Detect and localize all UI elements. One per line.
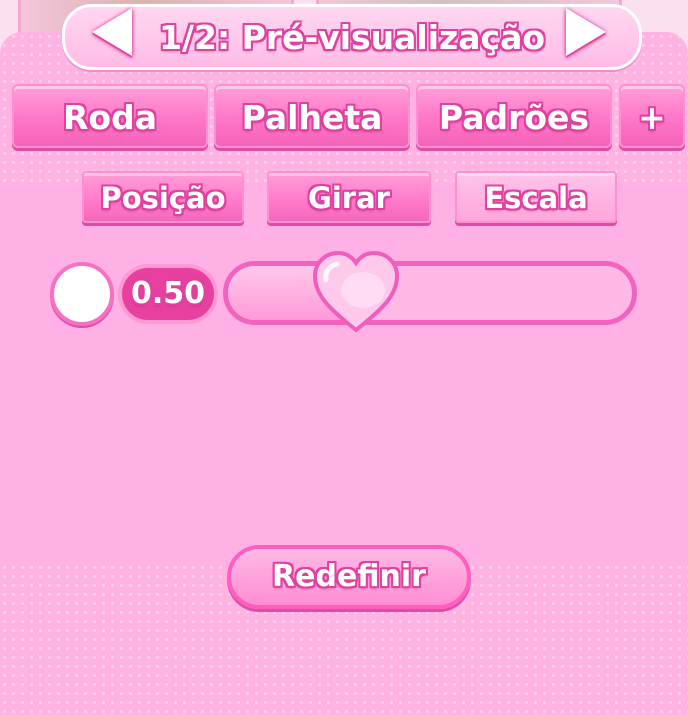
heart-icon[interactable] <box>311 250 401 334</box>
arrow-right-icon[interactable] <box>566 8 606 56</box>
plus-icon: + <box>638 98 666 137</box>
value-display: 0.50 <box>118 264 218 324</box>
scale-slider[interactable] <box>223 261 637 325</box>
subtab-label: Escala <box>484 181 588 215</box>
panel-body <box>0 182 688 562</box>
tab-palheta[interactable]: Palheta <box>214 84 410 148</box>
tab-posicao[interactable]: Posição <box>82 171 244 223</box>
tab-label: Palheta <box>241 98 383 137</box>
reset-button[interactable]: Redefinir <box>227 545 471 609</box>
subtab-label: Girar <box>308 181 390 215</box>
reset-label: Redefinir <box>272 559 426 594</box>
tab-girar[interactable]: Girar <box>267 171 431 223</box>
tab-roda[interactable]: Roda <box>12 84 208 148</box>
tab-padroes[interactable]: Padrões <box>416 84 612 148</box>
page-title: 1/2: Pré-visualização <box>158 18 546 57</box>
toggle-button[interactable] <box>50 262 114 326</box>
tab-label: Roda <box>63 98 157 137</box>
tab-label: Padrões <box>438 98 590 137</box>
preview-header: 1/2: Pré-visualização <box>62 4 642 70</box>
more-tabs-button[interactable]: + <box>619 84 685 148</box>
subtab-label: Posição <box>100 181 226 215</box>
tab-escala[interactable]: Escala <box>455 171 617 223</box>
slider-value: 0.50 <box>130 276 206 311</box>
arrow-left-icon[interactable] <box>92 8 132 56</box>
